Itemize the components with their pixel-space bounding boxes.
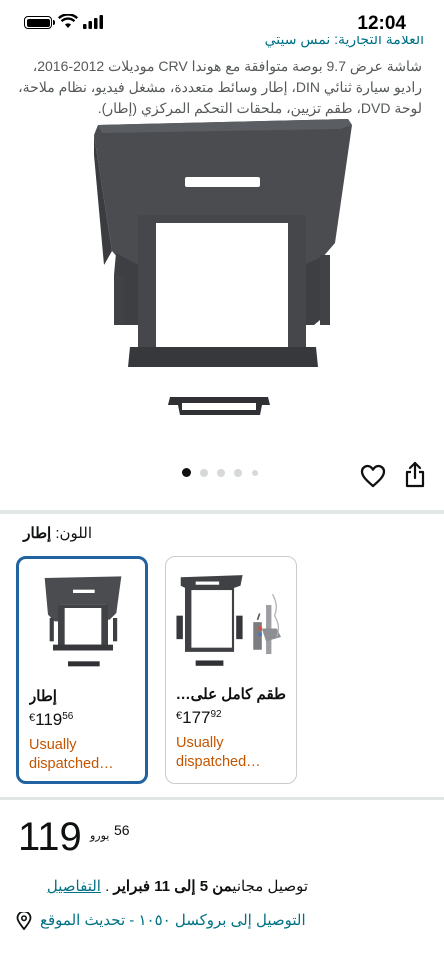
location-pin-icon [16, 912, 32, 930]
share-icon[interactable] [400, 460, 430, 490]
swatch-availability: Usually dispatched… [29, 737, 114, 772]
color-selected-value: إطار [23, 525, 52, 542]
location-text: التوصيل إلى بروكسل ١٠٥٠ - تحديث الموقع [40, 912, 306, 929]
battery-icon [24, 16, 55, 29]
product-image[interactable] [90, 115, 355, 425]
delivery-dates: من 5 إلى 11 فبراير [113, 878, 233, 895]
color-selector-label: اللون: إطار [23, 524, 92, 542]
price-currency: يورو [90, 830, 110, 842]
delivery-info: توصيل مجانيمن 5 إلى 11 فبراير . التفاصيل [46, 878, 308, 895]
swatch-thumbnail [176, 575, 281, 666]
product-price: 119 يورو 56 [18, 815, 130, 860]
section-divider [0, 510, 444, 514]
brand-link[interactable]: العلامة التجارية: نمس سيتي [14, 36, 424, 52]
swatch-price: €11956 [29, 710, 74, 729]
pagination-dot[interactable] [234, 469, 242, 477]
section-divider [0, 797, 444, 800]
color-label: اللون: [55, 525, 92, 542]
pagination-dot[interactable] [182, 468, 191, 477]
color-swatch-frame[interactable]: إطار €11956 Usually dispatched… [16, 556, 148, 784]
swatch-price: €17792 [176, 708, 222, 727]
wifi-icon [58, 14, 78, 28]
delivery-details-link[interactable]: التفاصيل [47, 878, 101, 895]
swatch-thumbnail [44, 576, 122, 667]
product-description: شاشة عرض 9.7 بوصة متوافقة مع هوندا CRV م… [18, 58, 422, 116]
pagination-dot[interactable] [252, 470, 258, 476]
swatch-name: إطار [29, 688, 57, 705]
pagination-dot[interactable] [200, 469, 208, 477]
delivery-text: توصيل مجاني [232, 878, 308, 895]
pagination-dot[interactable] [217, 469, 225, 477]
price-whole: 119 [18, 815, 82, 859]
swatch-name: طقم كامل على… [176, 686, 286, 703]
price-fraction: 56 [114, 822, 130, 838]
heart-icon[interactable] [358, 461, 388, 491]
signal-icon [83, 15, 103, 29]
color-swatch-full-kit[interactable]: طقم كامل على… €17792 Usually dispatched… [165, 556, 297, 784]
swatch-availability: Usually dispatched… [176, 735, 261, 770]
status-time: 12:04 [357, 13, 406, 34]
